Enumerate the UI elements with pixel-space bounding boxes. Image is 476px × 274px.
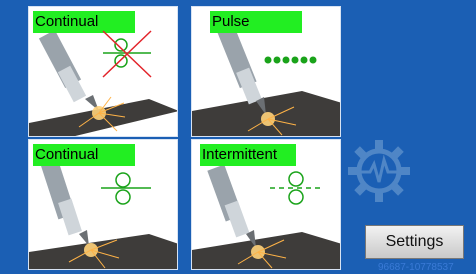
mode-tile-continual[interactable]: Continual <box>28 139 178 270</box>
tile-label: Intermittent <box>200 144 296 166</box>
continual-icon <box>101 172 151 205</box>
pulse-dots-icon <box>264 56 317 64</box>
mode-tile-intermittent[interactable]: Intermittent <box>191 139 341 270</box>
tile-label: Pulse <box>210 11 302 33</box>
settings-button[interactable]: Settings <box>365 225 464 259</box>
intermittent-icon <box>270 171 324 205</box>
continual-crossed-icon <box>102 30 152 78</box>
gear-waveform-icon <box>348 140 410 202</box>
serial-number: 96687-10778537 <box>378 262 454 273</box>
mode-tile-pulse[interactable]: Pulse <box>191 6 341 137</box>
mode-tile-continual-crossed[interactable]: Continual <box>28 6 178 137</box>
tile-label: Continual <box>33 144 135 166</box>
